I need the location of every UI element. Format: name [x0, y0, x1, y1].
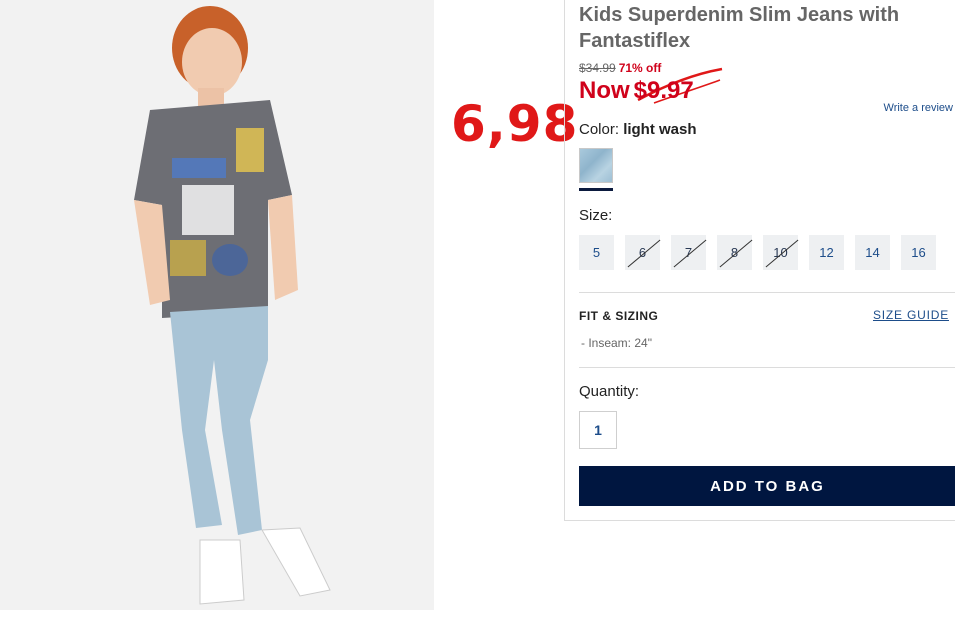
handwritten-price-annotation: 6,98 — [451, 95, 579, 153]
size-option-12[interactable]: 12 — [809, 235, 844, 270]
add-to-bag-button[interactable]: ADD TO BAG — [579, 466, 955, 506]
color-row: Color: light wash — [579, 121, 697, 138]
size-option-14[interactable]: 14 — [855, 235, 890, 270]
now-price: $9.97 — [633, 77, 694, 104]
swatch-selected-indicator — [579, 188, 613, 191]
size-option-8-unavailable[interactable]: 8 — [717, 235, 752, 270]
quantity-input[interactable]: 1 — [579, 411, 617, 449]
size-guide-link[interactable]: SIZE GUIDE — [873, 308, 949, 322]
color-label: Color: — [579, 121, 620, 138]
write-review-link[interactable]: Write a review — [884, 102, 953, 114]
color-value: light wash — [623, 121, 697, 138]
size-option-7-unavailable[interactable]: 7 — [671, 235, 706, 270]
product-details-panel: Kids Superdenim Slim Jeans with Fantasti… — [564, 0, 955, 521]
sale-price: Now $9.97 — [579, 77, 694, 105]
inseam-detail: - Inseam: 24" — [581, 336, 652, 350]
model-photo-illustration — [0, 0, 434, 610]
size-option-10-unavailable[interactable]: 10 — [763, 235, 798, 270]
size-option-16[interactable]: 16 — [901, 235, 936, 270]
product-page: 6,98 Kids Superdenim Slim Jeans with Fan… — [0, 0, 955, 626]
size-label: Size: — [579, 207, 613, 224]
now-label: Now — [579, 77, 630, 104]
quantity-label: Quantity: — [579, 383, 640, 400]
price-row: $34.99 71% off — [579, 61, 661, 75]
size-option-6-unavailable[interactable]: 6 — [625, 235, 660, 270]
divider — [579, 292, 955, 293]
discount-badge: 71% off — [618, 61, 662, 75]
original-price: $34.99 — [579, 61, 616, 75]
size-option-5[interactable]: 5 — [579, 235, 614, 270]
divider — [579, 367, 955, 368]
product-title: Kids Superdenim Slim Jeans with Fantasti… — [579, 4, 900, 52]
color-swatch-light-wash[interactable] — [579, 148, 613, 183]
product-image[interactable] — [0, 0, 434, 610]
fit-sizing-heading: FIT & SIZING — [579, 309, 659, 323]
size-options: 5 6 7 8 10 12 14 16 — [579, 235, 936, 270]
